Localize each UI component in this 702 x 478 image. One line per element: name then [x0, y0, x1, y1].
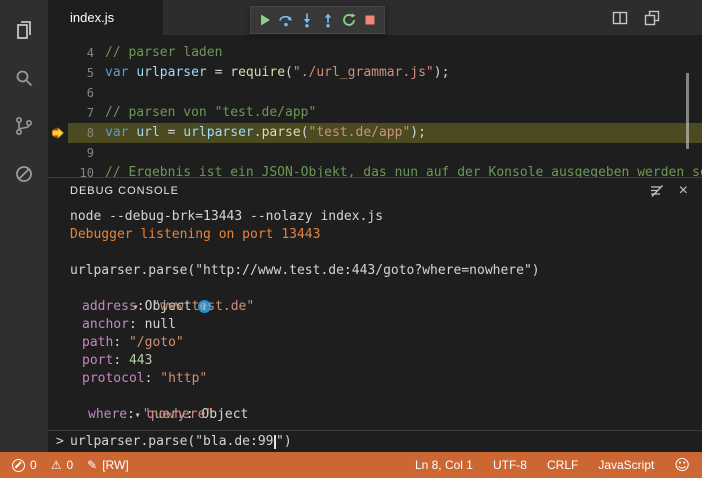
clear-console-icon[interactable] — [649, 183, 665, 199]
gutter-glyph[interactable] — [48, 143, 68, 163]
sidebar-item-search[interactable] — [0, 56, 48, 104]
explorer-icon — [13, 19, 35, 46]
console-line: urlparser.parse("http://www.test.de:443/… — [70, 263, 540, 278]
status-language[interactable]: JavaScript — [598, 458, 654, 472]
current-line-breakpoint-icon[interactable] — [48, 123, 68, 143]
sidebar-item-debug[interactable] — [0, 152, 48, 200]
repl-input-text: urlparser.parse("bla.de:99 — [70, 434, 274, 449]
status-errors[interactable]: 0 — [12, 458, 37, 472]
object-root-row: ▾ Object i — [70, 280, 702, 314]
object-property-row-expandable: ▾ query: Object — [70, 388, 702, 422]
repl-prompt: > — [56, 434, 64, 449]
editor-line: 10 // Ergebnis ist ein JSON-Objekt, das … — [48, 163, 702, 177]
line-number: 6 — [86, 86, 94, 100]
debug-icon — [13, 163, 35, 190]
restart-button[interactable] — [340, 10, 358, 30]
line-number: 7 — [86, 106, 94, 120]
feedback-smiley-icon[interactable]: ☺ — [674, 457, 690, 473]
stop-button[interactable] — [361, 10, 379, 30]
gutter-glyph[interactable] — [48, 103, 68, 123]
code-editor[interactable]: 4 // parser laden 5 var urlparser = requ… — [48, 35, 702, 177]
split-editor-icon[interactable] — [612, 10, 628, 26]
search-icon — [13, 67, 35, 94]
panel-header: DEBUG CONSOLE × — [48, 178, 702, 204]
line-number: 9 — [86, 146, 94, 160]
continue-button[interactable] — [256, 10, 274, 30]
git-branch-icon — [13, 115, 35, 142]
panel-title: DEBUG CONSOLE — [70, 185, 179, 197]
gutter-glyph[interactable] — [48, 83, 68, 103]
object-property-row: address: "www.test.de" — [82, 299, 255, 314]
console-line: node --debug-brk=13443 --nolazy index.js — [70, 209, 384, 224]
editor-line: 4 // parser laden — [48, 43, 702, 63]
object-property-row: protocol: "http" — [82, 371, 208, 386]
tab-label: index.js — [70, 10, 115, 25]
line-number: 8 — [86, 126, 94, 140]
pencil-icon: ✎ — [87, 458, 98, 472]
editor-line: 7 // parsen von "test.de/app" — [48, 103, 702, 123]
editor-scrollbar[interactable] — [686, 73, 689, 149]
editor-line: 9 — [48, 143, 702, 163]
gutter-glyph[interactable] — [48, 163, 68, 177]
open-preview-icon[interactable] — [644, 10, 660, 26]
repl-input-text-after: ") — [276, 434, 292, 449]
console-line-stderr: Debugger listening on port 13443 — [70, 227, 321, 242]
step-into-button[interactable] — [298, 10, 316, 30]
error-icon — [12, 458, 25, 472]
debug-toolbar — [250, 6, 385, 34]
status-encoding[interactable]: UTF-8 — [493, 458, 527, 472]
editor-actions — [612, 0, 660, 35]
status-bar: 0 ⚠ 0 ✎ [RW] Ln 8, Col 1 UTF-8 CRLF Java… — [0, 452, 702, 478]
step-over-button[interactable] — [277, 10, 295, 30]
gutter-glyph[interactable] — [48, 63, 68, 83]
editor-line: 6 — [48, 83, 702, 103]
main-area: index.js 4 // parser laden 5 var urlpars… — [48, 0, 702, 452]
debug-console-panel: DEBUG CONSOLE × node --debug-brk=13443 -… — [48, 177, 702, 452]
status-warnings[interactable]: ⚠ 0 — [51, 458, 73, 472]
object-property-row: anchor: null — [82, 317, 176, 332]
line-number: 4 — [86, 46, 94, 60]
status-eol[interactable]: CRLF — [547, 458, 578, 472]
activity-bar — [0, 0, 48, 452]
gutter-glyph[interactable] — [48, 43, 68, 63]
object-property-row: port: 443 — [82, 353, 153, 368]
editor-line: 5 var urlparser = require("./url_grammar… — [48, 63, 702, 83]
console-output[interactable]: node --debug-brk=13443 --nolazy index.js… — [48, 204, 702, 430]
line-number: 5 — [86, 66, 94, 80]
status-file-mode[interactable]: ✎ [RW] — [87, 458, 129, 472]
object-property-row: where: "nowhere" — [88, 407, 214, 422]
step-out-button[interactable] — [319, 10, 337, 30]
tab-index-js[interactable]: index.js — [48, 0, 163, 35]
console-repl-input[interactable]: > urlparser.parse("bla.de:99 ") — [48, 430, 702, 452]
sidebar-item-git[interactable] — [0, 104, 48, 152]
editor-line-current: 8 var url = urlparser.parse("test.de/app… — [48, 123, 702, 143]
line-number: 10 — [79, 166, 94, 177]
sidebar-item-explorer[interactable] — [0, 8, 48, 56]
close-panel-icon[interactable]: × — [679, 183, 688, 199]
warning-icon: ⚠ — [50, 458, 62, 472]
status-cursor-position[interactable]: Ln 8, Col 1 — [415, 458, 473, 472]
object-property-row: path: "/goto" — [82, 335, 184, 350]
